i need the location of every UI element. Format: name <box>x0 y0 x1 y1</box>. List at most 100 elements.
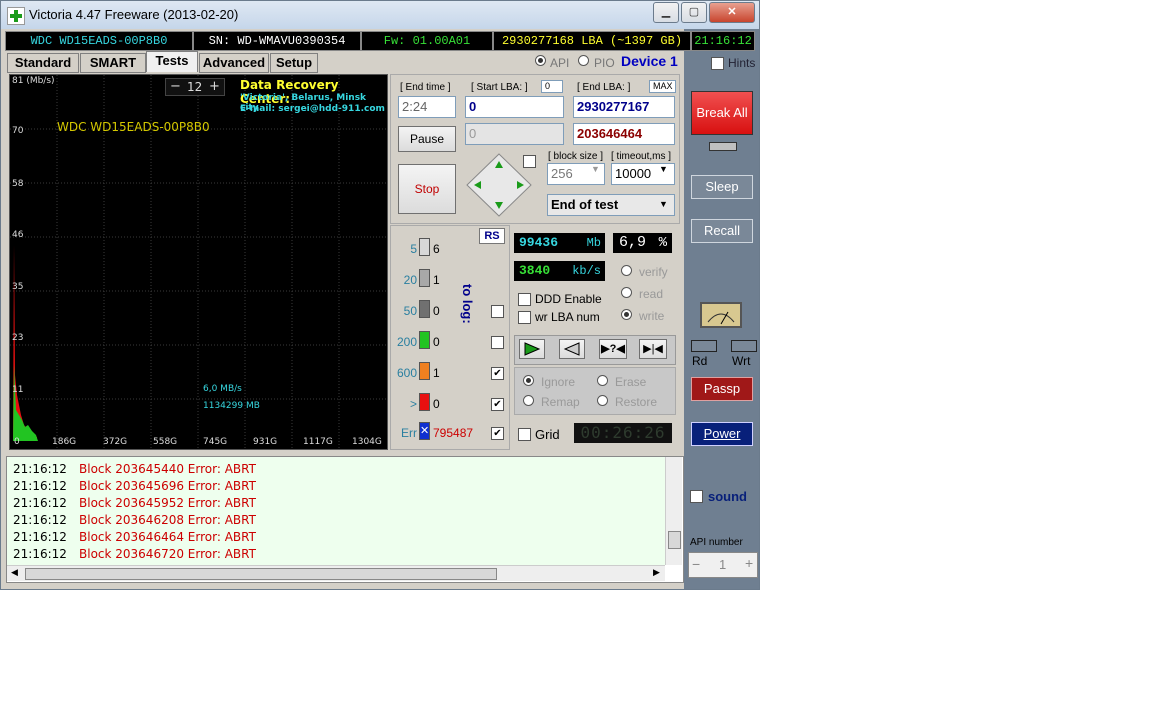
speed-display: 3840 kb/s <box>514 261 605 281</box>
close-icon[interactable]: ✕ <box>709 2 755 23</box>
position-readout: 1134299 MB <box>203 401 260 411</box>
start-lba-label: [ Start LBA: ] <box>471 82 528 93</box>
stop-button[interactable]: Stop <box>398 164 456 214</box>
zoom-minus-button[interactable]: − <box>170 79 181 94</box>
log-row: 21:16:12 Block 203646464 Error: ABRT <box>13 530 256 544</box>
recall-button[interactable]: Recall <box>691 219 753 243</box>
read-radio[interactable] <box>621 287 632 298</box>
hints-checkbox[interactable] <box>711 57 724 70</box>
device-label[interactable]: Device 1 <box>621 53 678 69</box>
start-lba-zero-button[interactable]: 0 <box>541 80 563 93</box>
x-tick: 558G <box>153 437 178 447</box>
log-err-checkbox[interactable]: ✔ <box>491 427 504 440</box>
sound-checkbox[interactable] <box>690 490 703 503</box>
play-backward-button[interactable] <box>559 339 585 359</box>
play-forward-button[interactable] <box>519 339 545 359</box>
maximize-icon[interactable]: ▢ <box>681 2 707 23</box>
count-200ms: 0 <box>433 335 440 349</box>
y-tick: 46 <box>12 230 24 240</box>
zoom-plus-button[interactable]: + <box>209 79 220 94</box>
mb-unit: Mb <box>586 236 601 250</box>
log-over-checkbox[interactable]: ✔ <box>491 398 504 411</box>
count-over: 0 <box>433 397 440 411</box>
pio-radio[interactable] <box>578 55 589 66</box>
log-time: 21:16:12 <box>13 479 67 493</box>
test-control-panel: [ End time ] 2:24 [ Start LBA: ] 0 0 [ E… <box>390 74 680 224</box>
chevron-down-icon[interactable]: ▼ <box>659 164 668 174</box>
log-50ms-checkbox[interactable] <box>491 305 504 318</box>
api-number-spinner[interactable]: − 1 + <box>688 552 758 578</box>
passp-button[interactable]: Passp <box>691 377 753 401</box>
vertical-scroll-thumb[interactable] <box>668 531 681 549</box>
tab-setup[interactable]: Setup <box>270 53 318 73</box>
tab-standard[interactable]: Standard <box>7 53 79 73</box>
log-200ms-checkbox[interactable] <box>491 336 504 349</box>
grid-checkbox[interactable] <box>518 428 531 441</box>
log-time: 21:16:12 <box>13 530 67 544</box>
butterfly-button[interactable]: ▶|◀ <box>639 339 667 359</box>
drive-model: WDC WD15EADS-00P8B0 <box>5 31 193 51</box>
verify-radio[interactable] <box>621 265 632 276</box>
log-message: Block 203646720 Error: ABRT <box>79 547 256 561</box>
restore-label: Restore <box>615 395 658 409</box>
y-tick: 35 <box>12 282 24 292</box>
zoom-value: 12 <box>187 80 203 94</box>
remap-radio[interactable] <box>523 395 534 406</box>
count-600ms: 1 <box>433 366 440 380</box>
drc-line2: E-mail: sergei@hdd-911.com <box>240 104 385 114</box>
api-plus-button[interactable]: + <box>745 555 753 571</box>
block-5ms <box>419 238 430 256</box>
api-radio[interactable] <box>535 55 546 66</box>
tab-advanced[interactable]: Advanced <box>199 53 269 73</box>
restore-radio[interactable] <box>597 395 608 406</box>
minimize-icon[interactable]: ▁ <box>653 2 679 23</box>
event-log[interactable]: 21:16:12 Block 203645440 Error: ABRT 21:1… <box>6 456 684 583</box>
vertical-scrollbar[interactable] <box>665 457 682 565</box>
chevron-down-icon[interactable]: ▼ <box>591 164 600 174</box>
horizontal-scroll-thumb[interactable] <box>25 568 497 580</box>
block-20ms <box>419 269 430 287</box>
title-bar[interactable]: Victoria 4.47 Freeware (2013-02-20) ▁ ▢ … <box>1 1 759 29</box>
wrt-indicator <box>731 340 757 352</box>
api-minus-button[interactable]: − <box>692 556 700 572</box>
end-time-input[interactable]: 2:24 <box>398 96 456 118</box>
chevron-down-icon[interactable]: ▼ <box>659 199 668 209</box>
x-tick: 0 <box>14 437 20 447</box>
power-button[interactable]: Power <box>691 422 753 446</box>
max-button[interactable]: MAX <box>649 80 676 93</box>
x-tick: 745G <box>203 437 228 447</box>
pause-button[interactable]: Pause <box>398 126 456 152</box>
log-time: 21:16:12 <box>13 462 67 476</box>
scroll-right-icon[interactable]: ▶ <box>653 567 660 578</box>
break-all-button[interactable]: Break All <box>691 91 753 135</box>
ignore-label: Ignore <box>541 375 576 389</box>
write-radio[interactable] <box>621 309 632 320</box>
random-seek-button[interactable]: ▶?◀ <box>599 339 627 359</box>
lock-checkbox[interactable] <box>523 155 536 168</box>
write-label: write <box>639 309 665 323</box>
end-lba-input[interactable]: 2930277167 <box>573 96 675 118</box>
tab-tests[interactable]: Tests <box>146 51 198 72</box>
log-600ms-checkbox[interactable]: ✔ <box>491 367 504 380</box>
y-tick: 23 <box>12 333 24 343</box>
sleep-button[interactable]: Sleep <box>691 175 753 199</box>
meter-icon <box>700 302 742 328</box>
percent-unit: % <box>658 235 667 251</box>
remap-label: Remap <box>541 395 580 409</box>
log-message: Block 203645696 Error: ABRT <box>79 479 256 493</box>
erase-radio[interactable] <box>597 375 608 386</box>
start-lba-input[interactable]: 0 <box>465 96 564 118</box>
ddd-checkbox[interactable] <box>518 293 531 306</box>
end-action-select[interactable]: End of test <box>547 194 675 216</box>
wrlba-checkbox[interactable] <box>518 311 531 324</box>
log-message: Block 203646464 Error: ABRT <box>79 530 256 544</box>
gauge-needle <box>707 311 735 325</box>
tab-smart[interactable]: SMART <box>80 53 146 73</box>
scroll-left-icon[interactable]: ◀ <box>11 567 18 578</box>
ignore-radio[interactable] <box>523 375 534 386</box>
log-row: 21:16:12 Block 203645696 Error: ABRT <box>13 479 256 493</box>
err-label: Err <box>401 426 417 440</box>
wrlba-label: wr LBA num <box>535 310 600 324</box>
horizontal-scrollbar[interactable]: ◀ ▶ <box>7 565 665 581</box>
rs-button[interactable]: RS <box>479 228 505 244</box>
